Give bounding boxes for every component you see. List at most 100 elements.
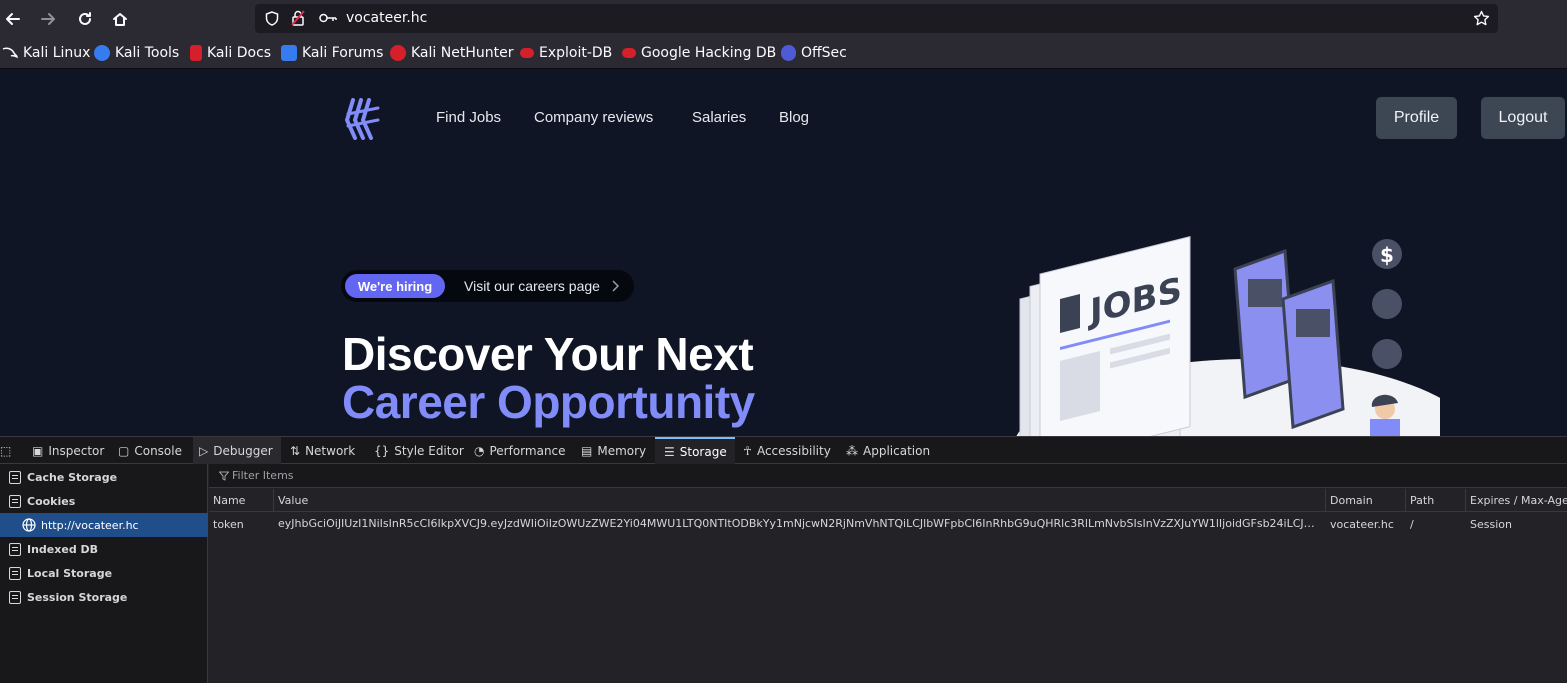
sidebar-item-local-storage[interactable]: Local Storage	[0, 561, 208, 585]
reload-icon	[79, 12, 91, 25]
profile-button[interactable]: Profile	[1376, 97, 1457, 139]
forward-arrow-icon	[41, 13, 55, 25]
nav-blog[interactable]: Blog	[779, 109, 809, 126]
bookmark-star-icon[interactable]	[1473, 10, 1490, 27]
bookmarks-bar: Kali Linux Kali Tools Kali Docs Kali For…	[0, 37, 1567, 69]
kali-forums-icon	[281, 45, 297, 61]
bookmark-kali-tools[interactable]: Kali Tools	[94, 44, 179, 62]
cookie-domain[interactable]: vocateer.hc	[1326, 513, 1406, 535]
ghdb-icon	[622, 48, 636, 58]
column-name[interactable]: Name	[209, 489, 274, 512]
back-arrow-icon	[6, 13, 20, 25]
sidebar-item-cache-storage[interactable]: Cache Storage	[0, 465, 208, 489]
tab-memory[interactable]: ▤ Memory	[581, 437, 646, 464]
forward-button[interactable]	[35, 6, 61, 32]
bookmark-google-hacking-db[interactable]: Google Hacking DB	[622, 44, 776, 62]
nav-company-reviews[interactable]: Company reviews	[534, 109, 653, 126]
careers-link[interactable]: Visit our careers page	[464, 278, 600, 294]
nav-find-jobs[interactable]: Find Jobs	[436, 109, 501, 126]
exploit-db-icon	[520, 48, 534, 58]
column-value[interactable]: Value	[274, 489, 1326, 512]
shield-icon[interactable]	[265, 11, 279, 26]
tab-style-editor[interactable]: {} Style Editor	[374, 437, 464, 464]
database-icon	[9, 566, 21, 580]
accessibility-icon: ☥	[743, 443, 752, 458]
picker-icon: ⬚	[0, 443, 12, 458]
bookmark-offsec[interactable]: OffSec	[781, 44, 847, 62]
logout-button[interactable]: Logout	[1481, 97, 1565, 139]
tab-accessibility[interactable]: ☥ Accessibility	[743, 437, 831, 464]
offsec-icon	[781, 45, 796, 61]
filter-bar[interactable]: Filter Items	[209, 464, 1567, 488]
element-picker-button[interactable]: ⬚	[0, 437, 20, 464]
bookmark-kali-docs[interactable]: Kali Docs	[190, 44, 271, 62]
column-domain[interactable]: Domain	[1326, 489, 1406, 512]
hiring-banner[interactable]: We're hiring Visit our careers page	[341, 270, 634, 302]
cookie-expires[interactable]: Session	[1466, 513, 1567, 535]
database-icon	[9, 470, 21, 484]
people-icon	[1372, 289, 1402, 319]
url-text[interactable]: vocateer.hc	[346, 10, 427, 26]
sidebar-item-cookie-origin[interactable]: http://vocateer.hc	[0, 513, 208, 537]
cookie-value[interactable]: eyJhbGciOiJIUzI1NiIsInR5cCI6IkpXVCJ9.eyJ…	[274, 513, 1320, 535]
briefcase-icon	[1372, 339, 1402, 369]
back-button[interactable]	[0, 6, 26, 32]
tab-storage[interactable]: ☰ Storage	[655, 437, 735, 464]
bookmark-kali-nethunter[interactable]: Kali NetHunter	[390, 44, 513, 62]
site-logo-icon[interactable]	[345, 98, 381, 140]
tab-application[interactable]: ⁂ Application	[846, 437, 930, 464]
browser-toolbar: vocateer.hc	[0, 0, 1567, 37]
web-page: Find Jobs Company reviews Salaries Blog …	[0, 69, 1567, 436]
kali-docs-icon	[190, 45, 202, 61]
kali-tools-icon	[94, 45, 110, 61]
cookie-name[interactable]: token	[209, 513, 274, 535]
performance-icon: ◔	[474, 443, 485, 458]
home-icon	[113, 13, 127, 26]
table-row[interactable]: token eyJhbGciOiJIUzI1NiIsInR5cCI6IkpXVC…	[209, 513, 1567, 535]
memory-icon: ▤	[581, 443, 593, 458]
jobs-illustration: JOBS $	[1016, 235, 1440, 436]
reload-button[interactable]	[72, 6, 98, 32]
devtools-tab-bar: ⬚ ▣ Inspector ▢ Console ▷ Debugger ⇅ Network…	[0, 436, 1567, 464]
storage-table-panel: Filter Items Name Value Domain Path Expi…	[209, 464, 1567, 683]
tab-network[interactable]: ⇅ Network	[290, 437, 355, 464]
key-icon[interactable]	[319, 13, 337, 23]
devtools-panel: ⬚ ▣ Inspector ▢ Console ▷ Debugger ⇅ Network…	[0, 436, 1567, 683]
storage-icon: ☰	[664, 444, 675, 459]
column-expires[interactable]: Expires / Max-Age	[1466, 489, 1567, 512]
cookie-path[interactable]: /	[1406, 513, 1466, 535]
globe-icon	[22, 518, 36, 532]
nav-salaries[interactable]: Salaries	[692, 109, 746, 126]
insecure-lock-icon[interactable]	[291, 10, 305, 26]
column-path[interactable]: Path	[1406, 489, 1466, 512]
storage-sidebar: Cache Storage Cookies http://vocateer.hc…	[0, 464, 208, 683]
filter-input[interactable]: Filter Items	[232, 469, 294, 482]
tab-performance[interactable]: ◔ Performance	[474, 437, 566, 464]
bookmark-kali-forums[interactable]: Kali Forums	[281, 44, 383, 62]
inspector-icon: ▣	[32, 443, 44, 458]
sidebar-item-indexed-db[interactable]: Indexed DB	[0, 537, 208, 561]
hero-heading-line2: Career Opportunity	[342, 376, 755, 428]
table-header: Name Value Domain Path Expires / Max-Age	[209, 489, 1567, 512]
database-icon	[9, 494, 21, 508]
home-button[interactable]	[107, 6, 133, 32]
network-icon: ⇅	[290, 443, 301, 458]
database-icon	[9, 542, 21, 556]
tab-debugger[interactable]: ▷ Debugger	[193, 437, 281, 464]
kali-nethunter-icon	[390, 45, 406, 61]
console-icon: ▢	[118, 443, 130, 458]
bookmark-exploit-db[interactable]: Exploit-DB	[520, 44, 612, 62]
chevron-right-icon	[612, 280, 619, 292]
tab-console[interactable]: ▢ Console	[118, 437, 182, 464]
bookmark-kali-linux[interactable]: Kali Linux	[2, 44, 90, 62]
sidebar-item-cookies[interactable]: Cookies	[0, 489, 208, 513]
filter-icon	[219, 471, 229, 481]
style-editor-icon: {}	[374, 443, 390, 458]
database-icon	[9, 590, 21, 604]
kali-dragon-icon	[2, 45, 18, 61]
dollar-icon: $	[1380, 243, 1394, 267]
sidebar-item-session-storage[interactable]: Session Storage	[0, 585, 208, 609]
tab-inspector[interactable]: ▣ Inspector	[32, 437, 104, 464]
url-bar[interactable]: vocateer.hc	[255, 4, 1498, 33]
hiring-badge: We're hiring	[345, 274, 445, 298]
